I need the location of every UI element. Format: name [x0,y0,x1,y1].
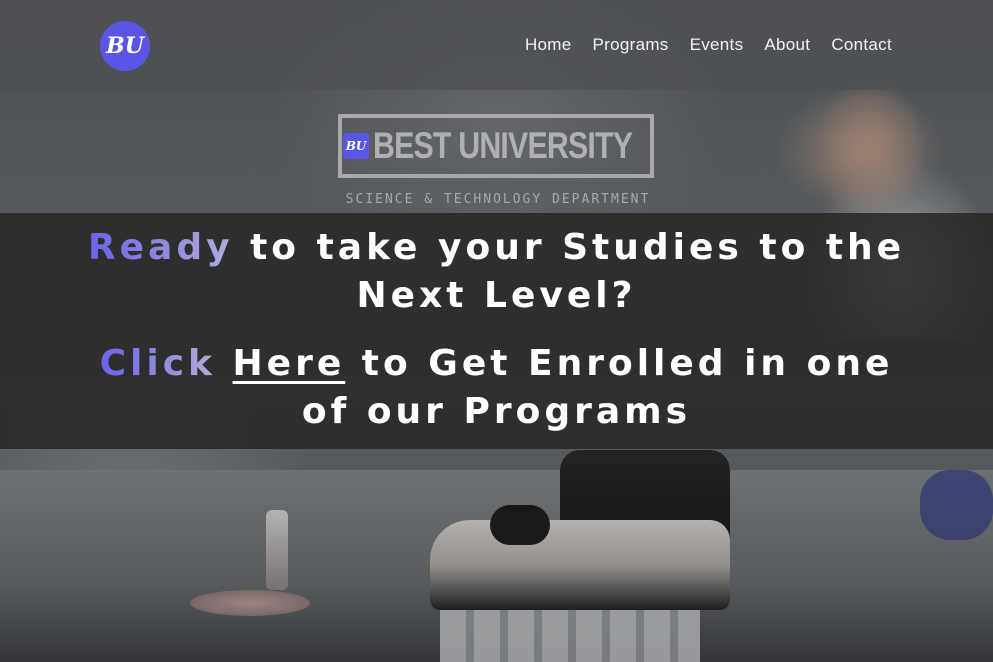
nav-contact[interactable]: Contact [831,35,892,55]
enroll-here-link[interactable]: Here [233,343,346,384]
cta-line-3: Click Here to Get Enrolled in one [0,343,993,384]
site-header: BU Home Programs Events About Contact [0,0,993,90]
cta-accent-ready: Ready [87,227,234,268]
cta-line-1-text: to take your Studies to the [233,227,906,268]
cta-banner: Ready to take your Studies to the Next L… [0,213,993,449]
cta-line-3-text: to Get Enrolled in one [345,343,894,384]
cta-line-1: Ready to take your Studies to the [0,227,993,268]
university-brand-box: BU BEST UNIVERSITY [338,114,654,178]
cta-line-2: Next Level? [356,275,637,316]
brand-logo-mark: BU [343,133,369,159]
nav-home[interactable]: Home [525,35,572,55]
nav-programs[interactable]: Programs [593,35,669,55]
nav-events[interactable]: Events [690,35,744,55]
cta-accent-click: Click [99,343,216,384]
cta-line-4: of our Programs [301,391,692,432]
brand-subtitle: SCIENCE & TECHNOLOGY DEPARTMENT [345,192,651,207]
brand-name: BEST UNIVERSITY [373,125,633,166]
logo[interactable]: BU [100,21,150,71]
nav-about[interactable]: About [764,35,810,55]
main-nav: Home Programs Events About Contact [525,35,892,55]
